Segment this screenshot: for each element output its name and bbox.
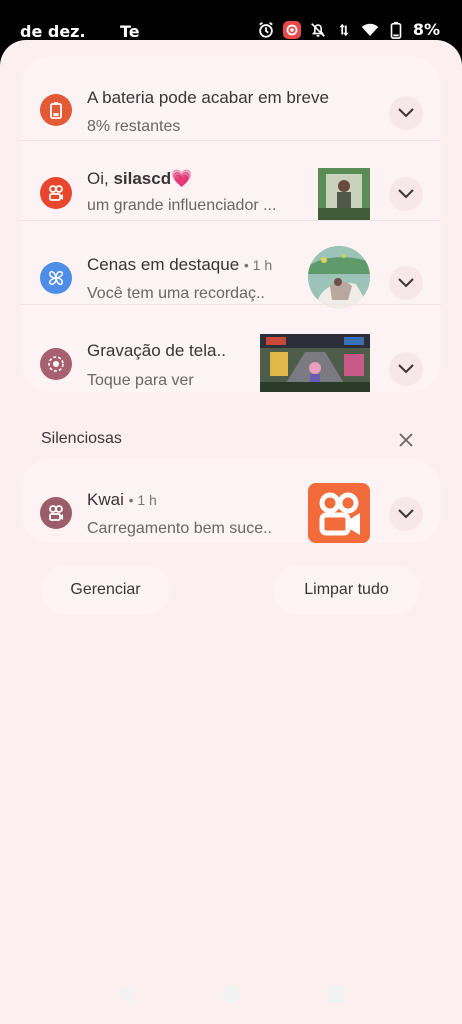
battery-icon [390,21,402,39]
notification-kwai-silent[interactable]: Kwai • 1 h Carregamento bem suce.. [21,459,441,543]
notification-title: Cenas em destaque • 1 h [87,255,273,274]
clear-all-button[interactable]: Limpar tudo [273,565,420,615]
notification-body: Toque para ver [87,372,194,389]
expand-button[interactable] [389,177,423,211]
notification-group: A bateria pode acabar em breve 8% restan… [21,56,441,392]
expand-button[interactable] [389,352,423,386]
notification-body: Você tem uma recordaç.. [87,285,265,302]
notification-title: Gravação de tela.. [87,341,226,360]
navigation-bar [0,970,462,1020]
battery-warning-icon [40,94,72,126]
notification-time: • 1 h [128,492,157,508]
status-date: de dez. [20,22,86,41]
status-bar: de dez. Te 8% [0,0,462,42]
expand-button[interactable] [389,96,423,130]
notification-body: um grande influenciador ... [87,197,277,214]
notification-gallery[interactable]: Cenas em destaque • 1 h Você tem uma rec… [21,220,441,308]
notification-body: Carregamento bem suce.. [87,520,272,537]
expand-button[interactable] [389,497,423,531]
notification-battery[interactable]: A bateria pode acabar em breve 8% restan… [21,56,441,140]
back-icon[interactable] [114,983,134,1005]
data-arrows-icon [339,23,349,36]
close-icon[interactable] [396,430,416,450]
battery-percent: 8% [412,20,440,39]
chevron-down-icon [398,189,414,199]
alarm-icon [259,21,273,38]
recents-icon[interactable] [326,984,346,1004]
video-thumbnail [318,168,370,220]
chevron-down-icon [398,108,414,118]
username: silascd [113,169,172,188]
status-app-indicator: Te [120,22,140,41]
manage-button[interactable]: Gerenciar [41,565,170,615]
expand-button[interactable] [389,266,423,300]
wifi-icon [361,23,379,36]
notification-kwai-message[interactable]: Oi, silascd💗 um grande influenciador ... [21,140,441,225]
notification-title: Kwai • 1 h [87,490,157,509]
notification-title: Oi, silascd💗 [87,169,193,188]
notification-screen-recording[interactable]: Gravação de tela.. Toque para ver [21,304,441,392]
memory-thumbnail [308,246,370,308]
screen-record-icon [40,348,72,380]
chevron-down-icon [398,509,414,519]
notification-title: A bateria pode acabar em breve [87,88,329,107]
kwai-app-logo [308,483,370,543]
section-silent-label: Silenciosas [41,430,122,447]
notification-body: 8% restantes [87,118,181,135]
kwai-icon [40,177,72,209]
notification-time: • 1 h [243,257,273,273]
home-icon[interactable] [221,984,241,1004]
chevron-down-icon [398,364,414,374]
recording-thumbnail [260,334,370,392]
heart-emoji: 💗 [171,169,193,188]
bell-off-icon [310,22,325,37]
screen-record-icon [282,20,301,39]
chevron-down-icon [398,278,414,288]
gallery-icon [40,262,72,294]
kwai-icon [40,497,72,529]
